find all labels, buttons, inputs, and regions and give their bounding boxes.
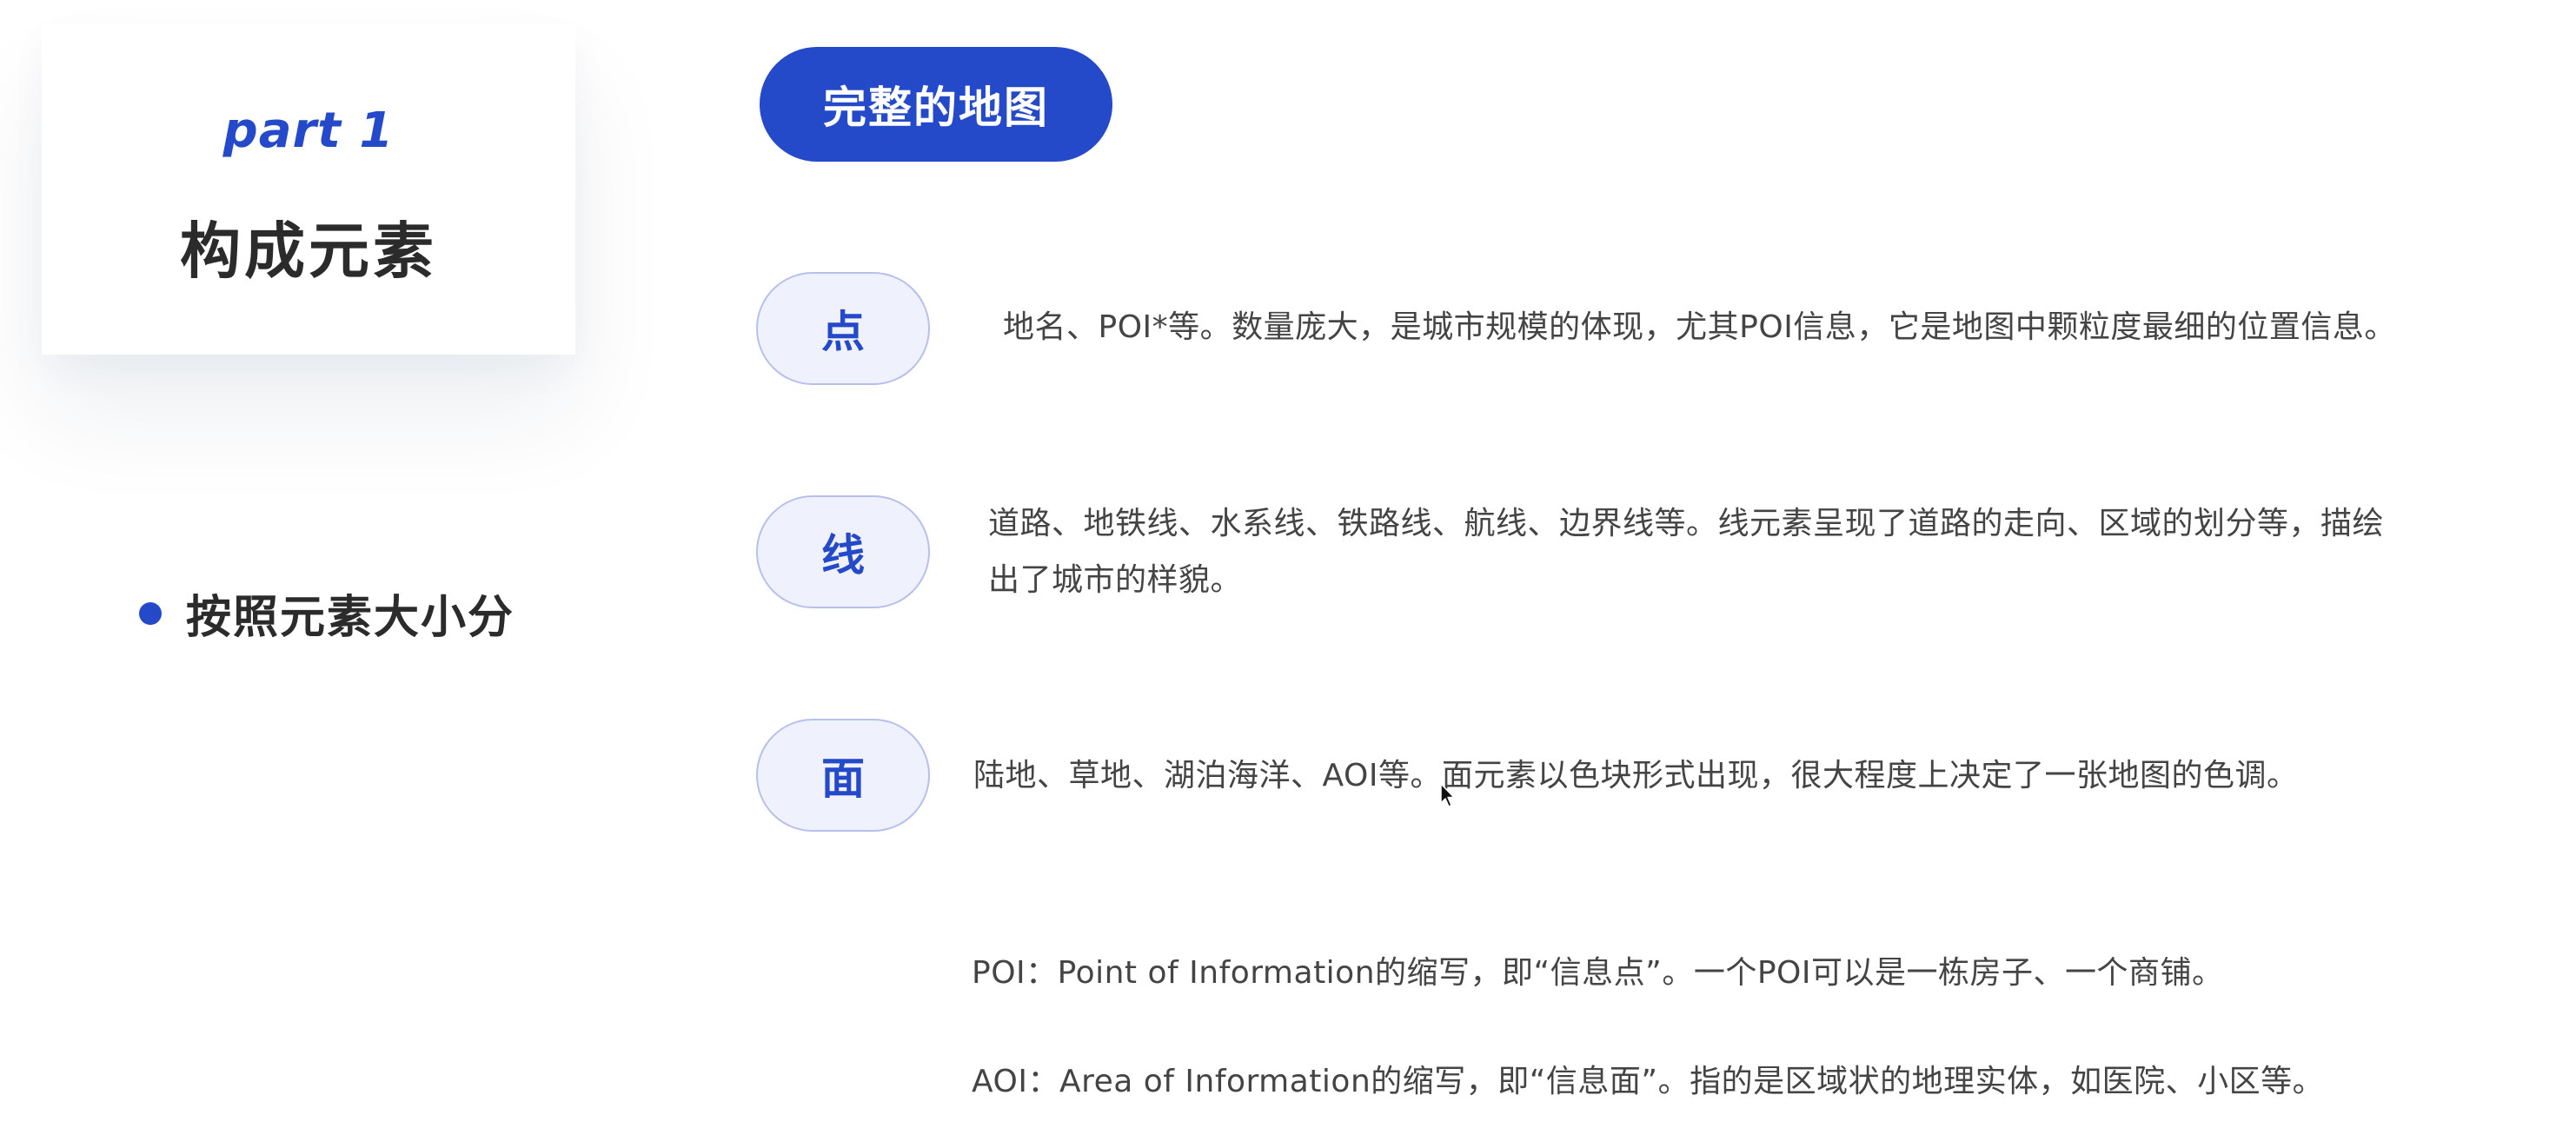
line-description: 道路、地铁线、水系线、铁路线、航线、边界线等。线元素呈现了道路的走向、区域的划分… <box>988 495 2553 608</box>
bullet-dot-icon <box>139 601 162 625</box>
line-description-line-1: 道路、地铁线、水系线、铁路线、航线、边界线等。线元素呈现了道路的走向、区域的划分… <box>988 506 2385 541</box>
point-description: 地名、POI*等。数量庞大，是城市规模的体现，尤其POI信息，它是地图中颗粒度最… <box>1003 309 2396 345</box>
category-bullet: 按照元素大小分 <box>139 581 515 646</box>
poi-note: POI：Point of Information的缩写，即“信息点”。一个POI… <box>972 955 2224 991</box>
section-title: 构成元素 <box>180 216 437 287</box>
part-label: part 1 <box>222 103 395 159</box>
line-description-line-2: 出了城市的样貌。 <box>988 562 1243 598</box>
point-element-pill: 点 <box>756 272 930 385</box>
line-element-pill: 线 <box>756 495 930 608</box>
category-label: 按照元素大小分 <box>186 592 515 644</box>
aoi-note: AOI：Area of Information的缩写，即“信息面”。指的是区域状… <box>972 1064 2325 1099</box>
area-description: 陆地、草地、湖泊海洋、AOI等。面元素以色块形式出现，很大程度上决定了一张地图的… <box>973 758 2299 793</box>
area-element-pill: 面 <box>756 719 930 832</box>
title-card: part 1 构成元素 <box>42 24 575 355</box>
map-header-pill: 完整的地图 <box>760 47 1112 162</box>
mouse-pointer-icon <box>1440 783 1455 807</box>
